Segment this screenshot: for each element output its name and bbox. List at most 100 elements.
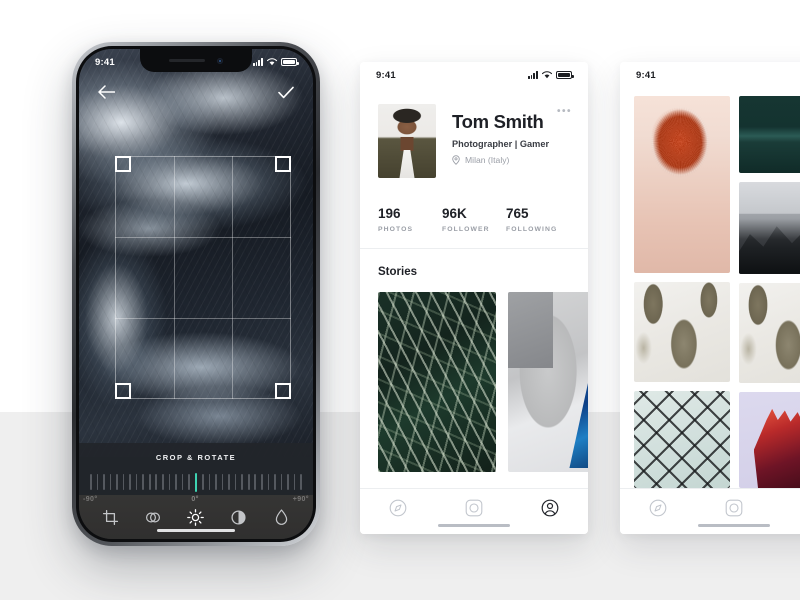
droplet-icon[interactable] xyxy=(271,506,293,528)
cellular-signal-icon xyxy=(527,71,538,79)
crop-gridline-vertical-2 xyxy=(232,156,234,399)
gallery-screen: 9:41 xyxy=(620,62,800,534)
crop-icon[interactable] xyxy=(99,506,121,528)
crop-overlay[interactable] xyxy=(115,156,291,399)
crop-edge-left xyxy=(115,156,116,399)
stat-following[interactable]: 765 FOLLOWING xyxy=(506,206,570,233)
ruler-tick xyxy=(234,474,237,490)
status-bar-gallery: 9:41 xyxy=(620,62,800,88)
crop-handle-top-left[interactable] xyxy=(115,156,131,172)
status-time: 9:41 xyxy=(636,69,656,81)
photo-red-hair-portrait[interactable] xyxy=(634,96,730,274)
tab-camera[interactable] xyxy=(464,498,484,518)
profile-meta: Tom Smith Photographer | Gamer Milan (It… xyxy=(452,104,570,178)
earpiece-speaker xyxy=(169,59,205,62)
editor-top-bar xyxy=(79,75,313,109)
phone-bezel: 9:41 CROP & ROTATE xyxy=(76,46,316,542)
ruler-tick xyxy=(129,474,131,490)
tab-explore[interactable] xyxy=(388,498,408,518)
front-camera xyxy=(217,57,223,64)
stat-value: 196 xyxy=(378,206,401,221)
photo-chain-fence[interactable] xyxy=(634,391,730,488)
home-indicator[interactable] xyxy=(157,528,235,532)
ruler-tick xyxy=(109,474,112,490)
wifi-icon xyxy=(267,58,277,66)
ruler-tick xyxy=(241,474,243,490)
ruler-tick xyxy=(103,474,105,490)
ruler-tick xyxy=(247,474,250,490)
ruler-tick xyxy=(215,474,217,490)
crop-handle-bottom-right[interactable] xyxy=(275,383,291,399)
profile-stats: 196 PHOTOS 96K FOLLOWER 765 FOLLOWING xyxy=(360,206,588,233)
panel-title: CROP & ROTATE xyxy=(155,453,237,462)
photo-red-hands[interactable] xyxy=(738,391,800,488)
device-notch xyxy=(140,49,252,72)
crop-handle-bottom-left[interactable] xyxy=(115,383,131,399)
rotate-flip-icon[interactable] xyxy=(142,506,164,528)
status-time: 9:41 xyxy=(95,56,115,68)
stories-carousel[interactable] xyxy=(378,292,588,472)
stat-follower[interactable]: 96K FOLLOWER xyxy=(442,206,506,233)
crop-handle-top-right[interactable] xyxy=(275,156,291,172)
cellular-signal-icon xyxy=(252,58,263,66)
contrast-icon[interactable] xyxy=(228,506,250,528)
sun-icon[interactable] xyxy=(185,506,207,528)
map-pin-icon xyxy=(452,155,460,165)
stories-title: Stories xyxy=(378,266,417,278)
avatar-shirt xyxy=(399,150,415,178)
tab-camera[interactable] xyxy=(724,498,744,518)
ruler-tick xyxy=(116,474,118,490)
photo-teal-abstract[interactable] xyxy=(738,96,800,174)
rotation-slider-thumb[interactable] xyxy=(194,472,198,492)
photo-grid[interactable] xyxy=(634,96,800,488)
status-indicators xyxy=(527,71,574,79)
tab-explore[interactable] xyxy=(648,498,668,518)
ruler-tick xyxy=(181,474,184,490)
back-arrow-icon[interactable] xyxy=(95,81,117,103)
grid-column-left xyxy=(634,96,730,488)
ruler-tick xyxy=(148,474,151,490)
ruler-tick xyxy=(162,474,164,490)
profile-screen: 9:41 ••• Tom Smith Photographer | Gamer xyxy=(360,62,588,534)
photo-ceramic-shapes[interactable] xyxy=(634,282,730,383)
grid-column-right xyxy=(738,96,800,488)
checkmark-icon[interactable] xyxy=(275,81,297,103)
ruler-tick xyxy=(122,474,125,490)
editor-tool-bar xyxy=(79,495,313,539)
tab-bar-gallery xyxy=(620,488,800,534)
rotation-slider[interactable] xyxy=(90,471,302,493)
ruler-tick xyxy=(293,474,296,490)
ruler-tick xyxy=(168,474,171,490)
ruler-tick xyxy=(280,474,283,490)
profile-header: Tom Smith Photographer | Gamer Milan (It… xyxy=(360,88,588,178)
photo-mountains-bw[interactable] xyxy=(738,182,800,274)
ruler-tick xyxy=(261,474,263,490)
ruler-tick xyxy=(135,474,138,490)
home-indicator[interactable] xyxy=(438,523,510,527)
crop-gridline-horizontal-1 xyxy=(115,236,291,238)
profile-role: Photographer | Gamer xyxy=(452,139,550,149)
stat-photos[interactable]: 196 PHOTOS xyxy=(378,206,442,233)
crop-edge-top xyxy=(115,156,291,157)
ruler-tick xyxy=(228,474,230,490)
status-time: 9:41 xyxy=(376,69,396,81)
photo-ceramic-shapes-2[interactable] xyxy=(738,282,800,383)
tab-profile[interactable] xyxy=(540,498,560,518)
story-palm-leaves[interactable] xyxy=(378,292,496,472)
home-indicator[interactable] xyxy=(698,523,770,527)
wifi-icon xyxy=(542,71,552,79)
stat-label: FOLLOWER xyxy=(442,226,490,233)
ruler-tick xyxy=(221,474,224,490)
ruler-tick xyxy=(254,474,257,490)
phone-device-editor: 9:41 CROP & ROTATE xyxy=(72,42,320,546)
ruler-tick xyxy=(155,474,158,490)
story-blue-sculpture[interactable] xyxy=(508,292,588,472)
crop-gridline-horizontal-2 xyxy=(115,317,291,319)
ruler-tick xyxy=(267,474,270,490)
crop-edge-bottom xyxy=(115,398,291,399)
stat-label: FOLLOWING xyxy=(506,226,558,233)
avatar[interactable] xyxy=(378,104,436,178)
ruler-tick xyxy=(208,474,211,490)
ruler-tick xyxy=(90,474,92,490)
status-bar-profile: 9:41 xyxy=(360,62,588,88)
